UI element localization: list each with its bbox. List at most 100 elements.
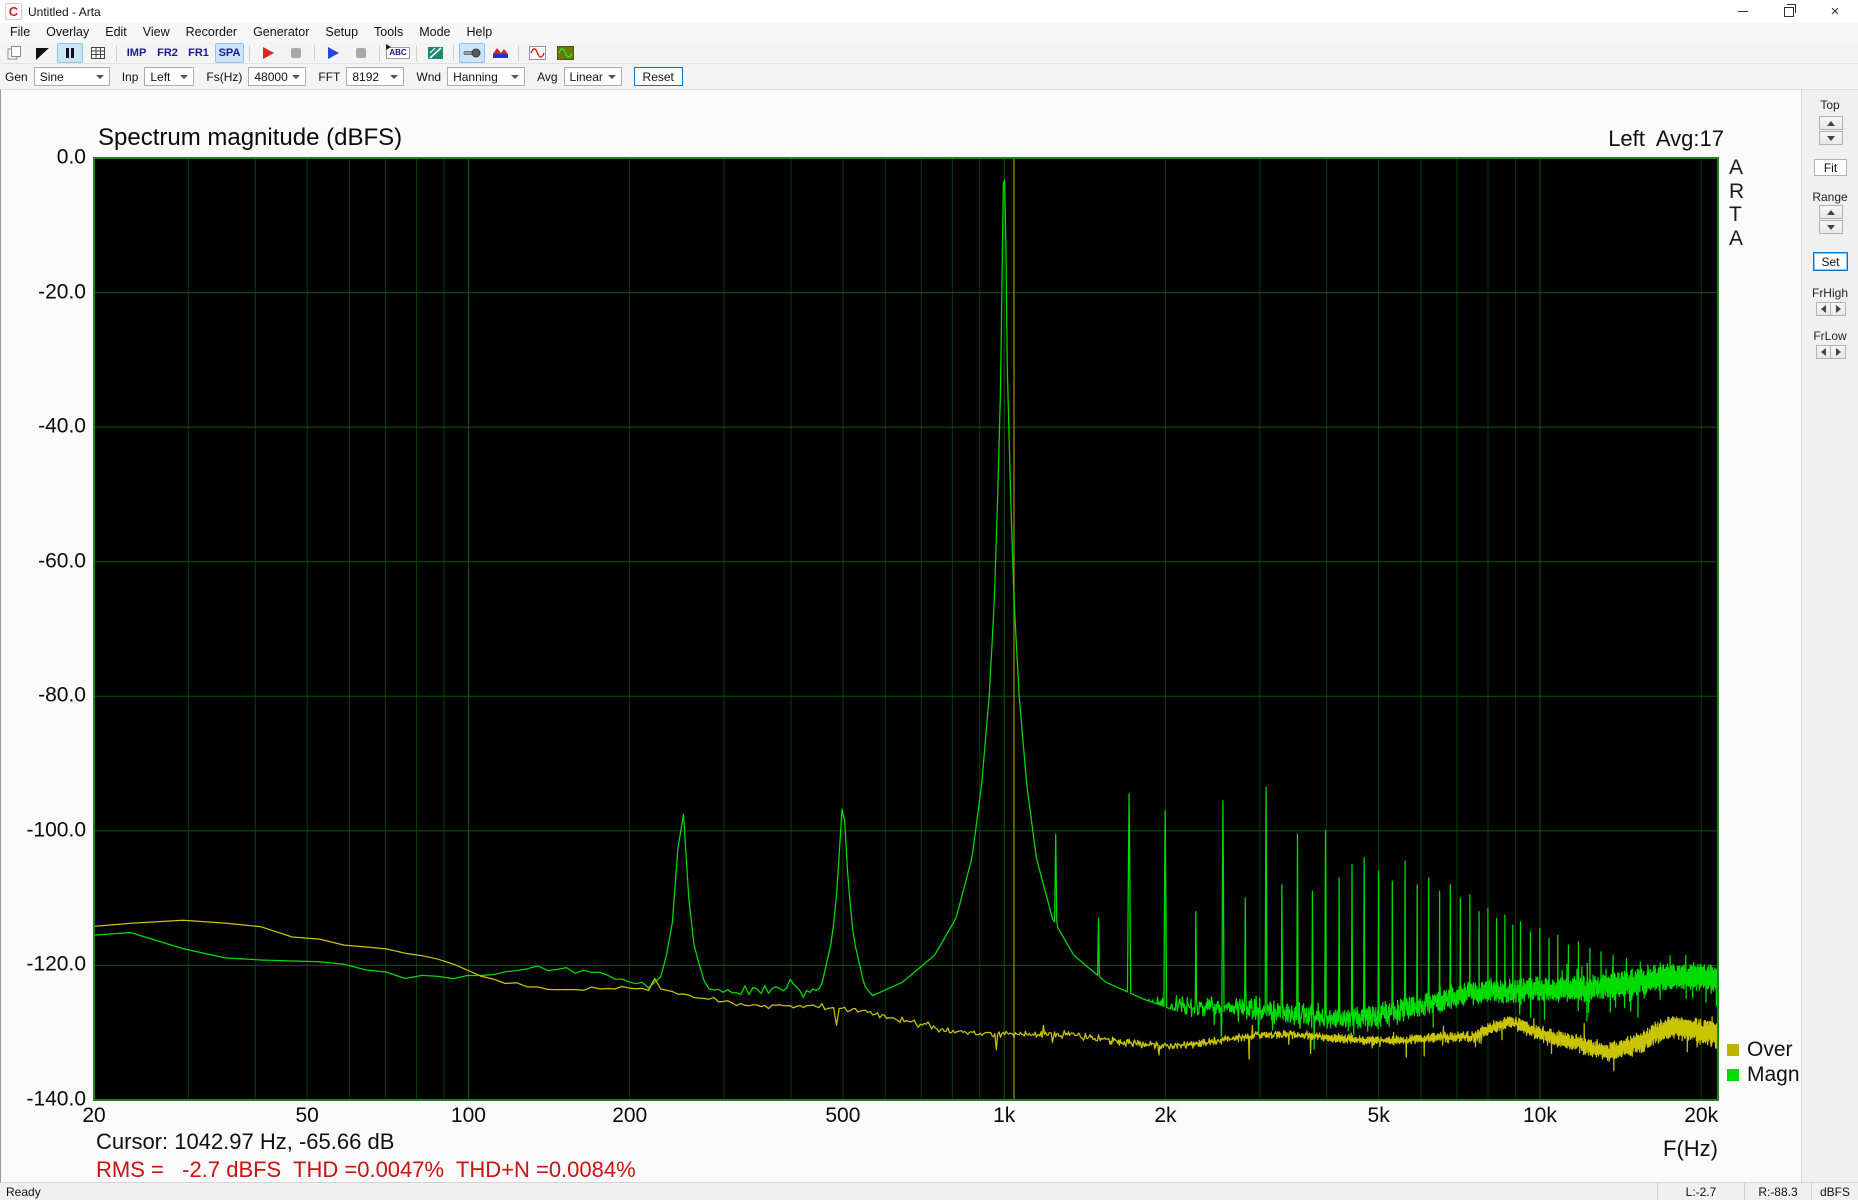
blue-play-icon bbox=[328, 46, 339, 59]
menu-overlay[interactable]: Overlay bbox=[38, 23, 97, 42]
toolbar-separator bbox=[518, 44, 519, 61]
mode-fr1-button[interactable]: FR1 bbox=[184, 43, 213, 63]
fs-label: Fs(Hz) bbox=[206, 69, 243, 84]
menu-tools[interactable]: Tools bbox=[366, 23, 411, 42]
averaging-select[interactable]: Linear bbox=[563, 67, 622, 86]
stop-icon bbox=[291, 47, 301, 58]
green-sine-wave-icon bbox=[556, 45, 574, 60]
window-function-value: Hanning bbox=[453, 69, 498, 84]
menu-view[interactable]: View bbox=[135, 23, 178, 42]
frhigh-spinner bbox=[1816, 302, 1846, 316]
status-left-level: L:-2.7 bbox=[1657, 1183, 1744, 1200]
top-decrease-button[interactable] bbox=[1819, 131, 1843, 145]
gen-label: Gen bbox=[5, 69, 28, 84]
status-right-level: R:-88.3 bbox=[1744, 1183, 1811, 1200]
frhigh-decrease-button[interactable] bbox=[1816, 302, 1831, 316]
input-channel-value: Left bbox=[150, 69, 171, 84]
reset-button[interactable]: Reset bbox=[633, 67, 683, 86]
app-icon: C bbox=[5, 3, 22, 20]
stop-icon bbox=[356, 47, 366, 58]
window-title: Untitled - Arta bbox=[28, 4, 101, 19]
toolbar-separator bbox=[453, 44, 454, 61]
calibration-button[interactable]: ABC bbox=[385, 43, 411, 63]
x-axis-title: F(Hz) bbox=[1663, 1136, 1718, 1161]
fft-size-select[interactable]: 8192 bbox=[346, 67, 405, 86]
mode-fr2-button[interactable]: FR2 bbox=[153, 43, 182, 63]
red-play-icon bbox=[263, 46, 274, 59]
generator-type-select[interactable]: Sine bbox=[33, 67, 110, 86]
menu-setup[interactable]: Setup bbox=[317, 23, 366, 42]
toolbar-separator bbox=[249, 44, 250, 61]
over-color-swatch bbox=[1727, 1044, 1739, 1056]
microphone-button[interactable] bbox=[459, 42, 485, 63]
signal-generator-window-button[interactable] bbox=[524, 43, 550, 63]
record-start-button[interactable] bbox=[255, 43, 281, 63]
frlow-increase-button[interactable] bbox=[1831, 345, 1846, 359]
abc-calibrate-icon: ABC bbox=[386, 43, 410, 59]
sample-rate-value: 48000 bbox=[254, 69, 288, 84]
menu-file[interactable]: File bbox=[2, 23, 38, 42]
down-arrow-icon bbox=[1827, 135, 1835, 145]
restore-button[interactable] bbox=[1766, 0, 1812, 23]
spectrum-scaling-button[interactable] bbox=[487, 43, 513, 63]
mode-spa-button[interactable]: SPA bbox=[215, 42, 244, 63]
set-button[interactable]: Set bbox=[1813, 252, 1848, 271]
toolbar-separator bbox=[314, 44, 315, 61]
overlay-button[interactable] bbox=[29, 43, 55, 63]
frlow-decrease-button[interactable] bbox=[1816, 345, 1831, 359]
wnd-label: Wnd bbox=[416, 69, 442, 84]
right-arrow-icon bbox=[1835, 305, 1845, 313]
menu-bar: File Overlay Edit View Recorder Generato… bbox=[0, 23, 1858, 42]
input-channel-select[interactable]: Left bbox=[144, 67, 195, 86]
up-arrow-icon bbox=[1827, 117, 1835, 126]
thd-readout: RMS = -2.7 dBFS THD =0.0047% THD+N =0.00… bbox=[96, 1157, 636, 1182]
arta-application-window: { "window": { "title": "Untitled - Arta"… bbox=[0, 0, 1858, 1200]
status-units: dBFS bbox=[1811, 1183, 1858, 1200]
generator-stop-button[interactable] bbox=[348, 43, 374, 63]
status-message: Ready bbox=[6, 1184, 41, 1199]
chart-title: Spectrum magnitude (dBFS) bbox=[98, 124, 403, 151]
range-increase-button[interactable] bbox=[1819, 205, 1843, 219]
arta-watermark: A R T A bbox=[1729, 156, 1745, 250]
right-arrow-icon bbox=[1835, 348, 1845, 356]
measurement-controls-bar: Gen Sine Inp Left Fs(Hz) 48000 FFT 8192 … bbox=[0, 64, 1858, 90]
menu-edit[interactable]: Edit bbox=[97, 23, 135, 42]
flag-icon bbox=[36, 47, 49, 60]
minimize-button[interactable] bbox=[1720, 0, 1766, 23]
range-decrease-button[interactable] bbox=[1819, 220, 1843, 234]
ruler-icon bbox=[427, 46, 443, 59]
spectrum-plot[interactable] bbox=[0, 0, 1858, 1200]
sample-rate-select[interactable]: 48000 bbox=[248, 67, 307, 86]
table-view-button[interactable] bbox=[85, 43, 111, 63]
mode-imp-button[interactable]: IMP bbox=[122, 43, 151, 63]
fit-button[interactable]: Fit bbox=[1814, 159, 1847, 176]
red-sine-wave-icon bbox=[528, 45, 546, 60]
magn-color-swatch bbox=[1727, 1069, 1739, 1081]
scale-setup-button[interactable] bbox=[422, 43, 448, 63]
menu-recorder[interactable]: Recorder bbox=[178, 23, 245, 42]
menu-generator[interactable]: Generator bbox=[245, 23, 317, 42]
grid-table-icon bbox=[91, 46, 105, 59]
menu-mode[interactable]: Mode bbox=[411, 23, 458, 42]
copy-window-button[interactable] bbox=[1, 43, 27, 63]
microphone-icon bbox=[463, 48, 481, 57]
top-increase-button[interactable] bbox=[1819, 116, 1843, 130]
range-label: Range bbox=[1812, 190, 1848, 204]
close-icon: × bbox=[1830, 3, 1840, 20]
window-function-select[interactable]: Hanning bbox=[447, 67, 526, 86]
left-arrow-icon bbox=[1817, 305, 1826, 313]
title-bar: C Untitled - Arta × bbox=[0, 0, 1858, 23]
pause-button[interactable] bbox=[57, 42, 83, 63]
status-bar: Ready L:-2.7 R:-88.3 dBFS bbox=[0, 1182, 1858, 1200]
close-button[interactable]: × bbox=[1812, 0, 1858, 23]
spectrum-analyzer-window-button[interactable] bbox=[552, 43, 578, 63]
generator-type-value: Sine bbox=[39, 69, 64, 84]
left-arrow-icon bbox=[1817, 348, 1826, 356]
frhigh-increase-button[interactable] bbox=[1831, 302, 1846, 316]
inp-label: Inp bbox=[121, 69, 139, 84]
record-stop-button[interactable] bbox=[283, 43, 309, 63]
top-label: Top bbox=[1820, 98, 1840, 112]
generator-start-button[interactable] bbox=[320, 43, 346, 63]
menu-help[interactable]: Help bbox=[459, 23, 501, 42]
legend-item-over: Over bbox=[1727, 1038, 1793, 1062]
